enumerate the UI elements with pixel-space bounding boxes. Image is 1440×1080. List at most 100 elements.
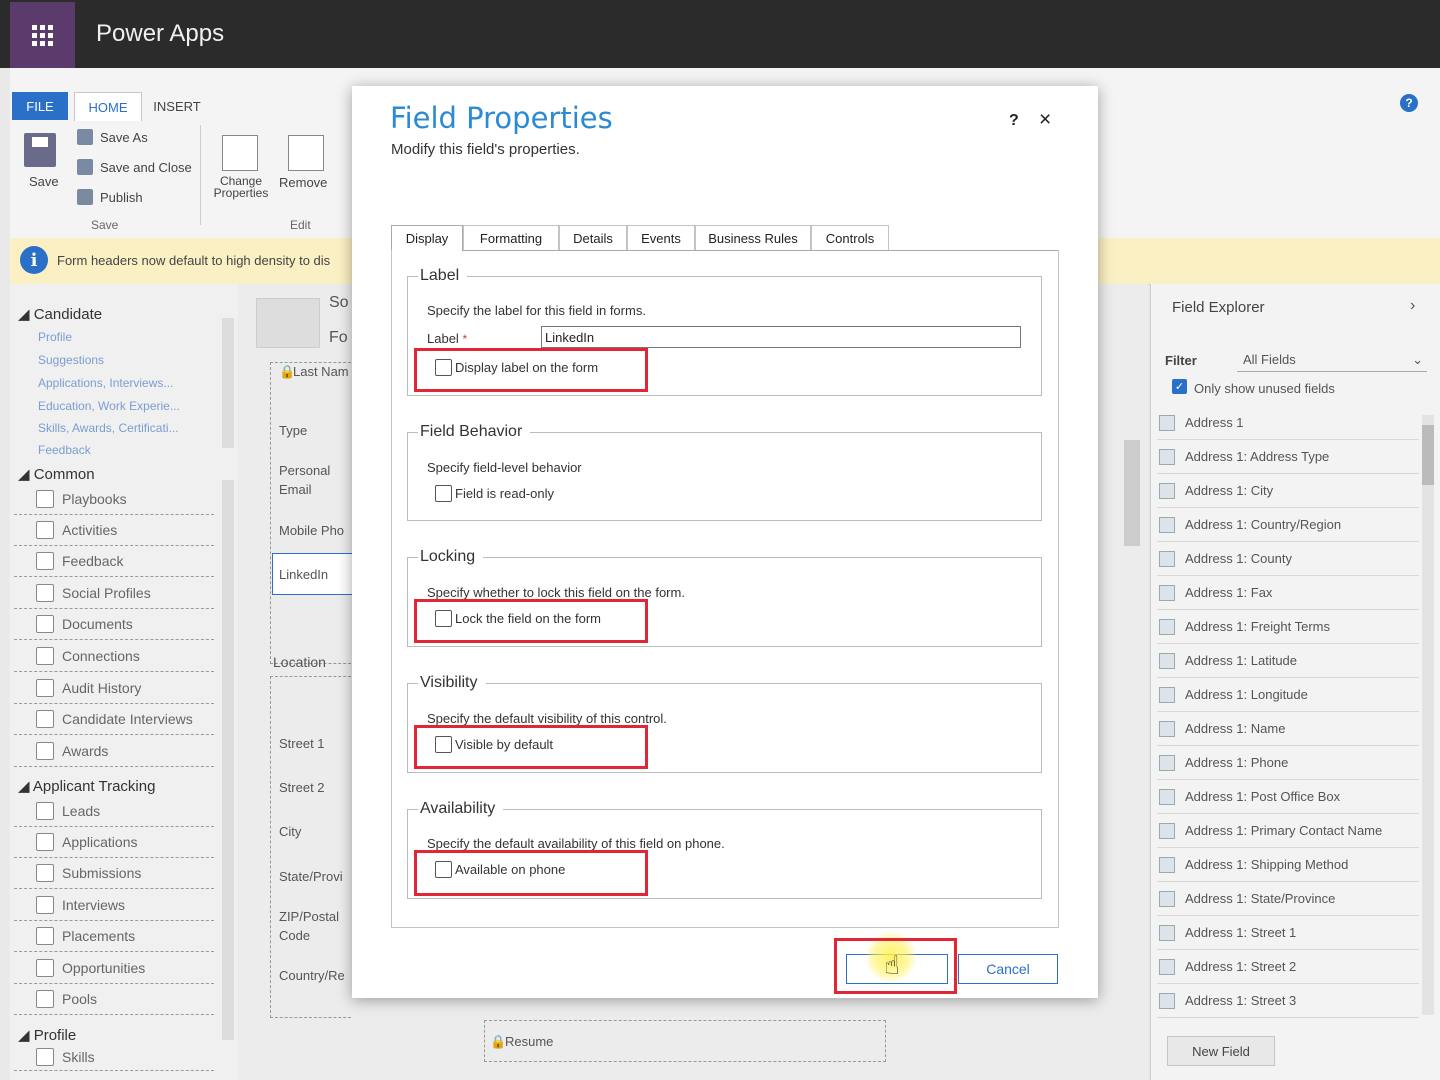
tab-details[interactable]: Details [559,225,627,250]
save-as-button[interactable]: Save As [100,130,148,145]
nav-item[interactable]: Documents [14,609,214,640]
field-list-item[interactable]: Address 1: Longitude [1157,678,1419,712]
field-list-item[interactable]: Address 1: Fax [1157,576,1419,610]
nav-item[interactable]: Submissions [14,858,214,889]
nav-item[interactable]: Social Profiles [14,578,214,609]
form-field-label[interactable]: Personal [279,463,330,478]
field-list-item[interactable]: Address 1: Freight Terms [1157,610,1419,644]
form-field-label[interactable]: Last Nam [293,364,349,379]
nav-item[interactable]: Leads [14,796,214,827]
nav-section-common[interactable]: ◢ Common [18,465,95,483]
form-field-label[interactable]: Type [279,423,307,438]
field-list-item[interactable]: Address 1: Name [1157,712,1419,746]
nav-link[interactable]: Applications, Interviews... [38,376,173,390]
tab-insert[interactable]: INSERT [146,92,208,120]
tab-events[interactable]: Events [627,225,695,250]
nav-item[interactable]: Opportunities [14,953,214,984]
field-list-item[interactable]: Address 1: Street 3 [1157,984,1419,1018]
nav-item[interactable]: Connections [14,641,214,672]
field-list-item[interactable]: Address 1: County [1157,542,1419,576]
new-field-button[interactable]: New Field [1167,1036,1275,1066]
field-list-item[interactable]: Address 1: Street 2 [1157,950,1419,984]
chevron-right-icon[interactable]: › [1410,297,1415,315]
nav-section-candidate[interactable]: ◢ Candidate [18,305,102,323]
form-field-label[interactable]: Street 2 [279,780,325,795]
label-input[interactable]: LinkedIn [541,326,1021,348]
nav-item[interactable]: Interviews [14,890,214,921]
change-properties-icon[interactable] [222,135,258,171]
nav-section-applicant-tracking[interactable]: ◢ Applicant Tracking [18,777,155,795]
tab-file[interactable]: FILE [12,92,68,120]
form-field-label[interactable]: Email [279,482,312,497]
form-field-label[interactable]: Mobile Pho [279,523,344,538]
tab-business-rules[interactable]: Business Rules [695,225,811,250]
field-list-item[interactable]: Address 1: Country/Region [1157,508,1419,542]
field-list-item[interactable]: Address 1: Street 1 [1157,916,1419,950]
nav-item[interactable]: Activities [14,515,214,546]
highlight-box [414,850,648,896]
tab-formatting[interactable]: Formatting [463,225,559,250]
change-properties-button[interactable]: Change Properties [210,175,272,199]
nav-section-profile[interactable]: ◢ Profile [18,1026,76,1044]
canvas-scrollbar[interactable] [1124,440,1140,546]
form-field-label[interactable]: City [279,824,301,839]
tab-home[interactable]: HOME [74,92,142,121]
form-field-label[interactable]: Resume [505,1034,553,1049]
nav-item[interactable]: Feedback [14,546,214,577]
nav-item[interactable]: Candidate Interviews [14,704,214,735]
nav-item[interactable]: Audit History [14,673,214,704]
nav-item[interactable]: Placements [14,921,214,952]
nav-link[interactable]: Suggestions [38,353,104,367]
field-list-item[interactable]: Address 1: Primary Contact Name [1157,814,1419,848]
field-list-item[interactable]: Address 1: State/Province [1157,882,1419,916]
form-field-label[interactable]: Country/Re [279,968,345,983]
only-unused-checkbox[interactable]: ✓ [1172,379,1187,394]
nav-link[interactable]: Skills, Awards, Certificati... [38,421,178,435]
form-field-label[interactable]: Code [279,928,310,943]
read-only-option[interactable]: Field is read-only [435,485,554,502]
field-icon [1159,924,1175,941]
remove-icon[interactable] [288,135,324,171]
close-icon[interactable]: × [1039,108,1051,132]
field-list-item[interactable]: Address 1: Latitude [1157,644,1419,678]
help-icon[interactable]: ? [1400,94,1418,112]
form-field-label[interactable]: ZIP/Postal [279,909,339,924]
read-only-checkbox[interactable] [435,485,452,502]
form-field-label[interactable]: Street 1 [279,736,325,751]
app-launcher-button[interactable] [10,2,75,68]
scrollbar-thumb[interactable] [1422,425,1434,485]
form-field-label[interactable]: LinkedIn [279,567,328,582]
tab-display[interactable]: Display [391,225,463,251]
nav-item[interactable]: Pools [14,984,214,1015]
save-button-label[interactable]: Save [29,174,59,189]
tab-controls[interactable]: Controls [811,225,889,250]
cancel-button[interactable]: Cancel [958,954,1058,984]
checkbox-label: Field is read-only [455,486,554,501]
form-section[interactable] [270,676,351,1018]
remove-button[interactable]: Remove [279,175,327,190]
help-button[interactable]: ? [1009,112,1019,130]
field-list-item[interactable]: Address 1: City [1157,474,1419,508]
nav-scrollbar[interactable] [222,480,234,1040]
nav-item[interactable]: Applications [14,827,214,858]
publish-button[interactable]: Publish [100,190,143,205]
field-list-item[interactable]: Address 1: Shipping Method [1157,848,1419,882]
nav-link[interactable]: Profile [38,330,72,344]
nav-link[interactable]: Education, Work Experie... [38,399,180,413]
form-field-label[interactable]: State/Provi [279,869,343,884]
fieldset-legend: Label [418,267,468,285]
nav-link[interactable]: Feedback [38,443,91,455]
field-list-item[interactable]: Address 1 [1157,406,1419,440]
save-icon[interactable] [24,133,56,167]
save-close-button[interactable]: Save and Close [100,160,192,175]
form-section[interactable] [270,362,351,664]
field-list-item[interactable]: Address 1: Address Type [1157,440,1419,474]
field-list-item[interactable]: Address 1: Phone [1157,746,1419,780]
filter-select[interactable]: All Fields ⌄ [1237,348,1427,372]
nav-item[interactable]: Playbooks [14,484,214,515]
nav-scrollbar[interactable] [222,318,234,448]
field-explorer-scrollbar[interactable] [1422,415,1434,1015]
nav-item[interactable]: Skills [14,1044,214,1071]
nav-item[interactable]: Awards [14,736,214,767]
field-list-item[interactable]: Address 1: Post Office Box [1157,780,1419,814]
